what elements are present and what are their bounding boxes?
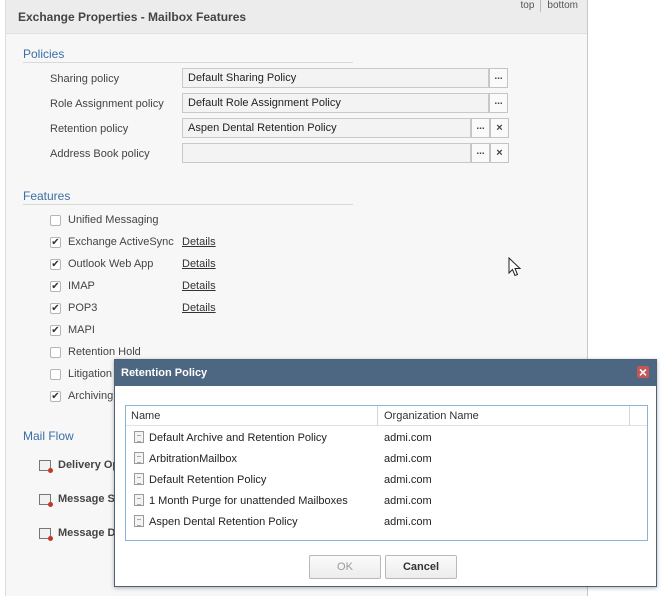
organization-name: admi.com (384, 495, 432, 507)
cancel-button[interactable]: Cancel (385, 555, 457, 579)
table-row[interactable]: 1 Month Purge for unattended Mailboxes a… (126, 491, 647, 512)
archiving-checkbox[interactable]: ✔ (50, 390, 61, 402)
feature-exchange-activesync[interactable]: ✔ Exchange ActiveSync (50, 235, 174, 249)
dialog-title: Retention Policy (121, 367, 208, 379)
exchange-activesync-details-link[interactable]: Details (182, 236, 216, 248)
mapi-label: MAPI (68, 324, 95, 336)
message-size-icon (39, 493, 53, 507)
policies-divider (23, 62, 353, 63)
address-book-policy-clear-button[interactable]: × (490, 143, 509, 163)
table-row[interactable]: Aspen Dental Retention Policy admi.com (126, 512, 647, 533)
feature-outlook-web-app[interactable]: ✔ Outlook Web App (50, 257, 153, 271)
column-separator[interactable] (629, 406, 630, 426)
retention-policy-browse-button[interactable]: ... (471, 118, 490, 138)
policy-document-icon (134, 515, 144, 527)
close-icon[interactable]: × (636, 365, 650, 379)
column-header-name[interactable]: Name (131, 410, 160, 422)
panel-title: Exchange Properties - Mailbox Features (18, 10, 247, 24)
policy-document-icon (134, 431, 144, 443)
mail-flow-item-message-size[interactable]: Message Si (39, 493, 118, 507)
message-size-label: Message Si (58, 493, 118, 505)
message-delivery-icon (39, 527, 53, 541)
archiving-label: Archiving (68, 390, 114, 402)
top-link[interactable]: top (515, 0, 541, 12)
organization-name: admi.com (384, 453, 432, 465)
sharing-policy-browse-button[interactable]: ... (489, 68, 508, 88)
panel-header: Exchange Properties - Mailbox Features (6, 0, 587, 34)
organization-name: admi.com (384, 474, 432, 486)
address-book-policy-browse-button[interactable]: ... (471, 143, 490, 163)
policy-name: ArbitrationMailbox (149, 453, 238, 465)
table-row[interactable]: Default Retention Policy admi.com (126, 470, 647, 491)
pop3-label: POP3 (68, 302, 98, 314)
outlook-web-app-label: Outlook Web App (68, 258, 154, 270)
imap-checkbox[interactable]: ✔ (50, 280, 61, 292)
retention-policy-dialog: Retention Policy × Name Organization Nam… (114, 359, 657, 587)
retention-hold-label: Retention Hold (68, 346, 141, 358)
message-delivery-label: Message D (58, 527, 116, 539)
feature-mapi[interactable]: ✔ MAPI (50, 323, 95, 337)
features-section-title: Features (23, 189, 71, 203)
grid-header: Name Organization Name (126, 406, 647, 426)
delivery-options-label: Delivery Op (58, 459, 120, 471)
page-jump-links: top bottom (515, 0, 584, 12)
delivery-options-icon (39, 459, 53, 473)
outlook-web-app-details-link[interactable]: Details (182, 258, 216, 270)
policy-document-icon (134, 452, 144, 464)
pop3-details-link[interactable]: Details (182, 302, 216, 314)
retention-policy-field[interactable]: Aspen Dental Retention Policy (182, 118, 471, 138)
address-book-policy-field[interactable] (182, 143, 471, 163)
mail-flow-item-message-delivery[interactable]: Message D (39, 527, 116, 541)
feature-imap[interactable]: ✔ IMAP (50, 279, 95, 293)
retention-policy-clear-button[interactable]: × (490, 118, 509, 138)
column-separator[interactable] (377, 406, 378, 426)
mail-flow-item-delivery-options[interactable]: Delivery Op (39, 459, 120, 473)
table-row[interactable]: ArbitrationMailbox admi.com (126, 449, 647, 470)
policy-name: Default Retention Policy (149, 474, 267, 486)
features-divider (23, 204, 353, 205)
policies-section-title: Policies (23, 47, 65, 61)
exchange-activesync-checkbox[interactable]: ✔ (50, 236, 61, 248)
feature-unified-messaging[interactable]: Unified Messaging (50, 213, 159, 227)
mapi-checkbox[interactable]: ✔ (50, 324, 61, 336)
close-glyph: × (638, 364, 648, 380)
mouse-pointer-icon (508, 257, 522, 277)
ok-button[interactable]: OK (309, 555, 381, 579)
unified-messaging-checkbox[interactable] (50, 214, 61, 226)
pop3-checkbox[interactable]: ✔ (50, 302, 61, 314)
dialog-header: Retention Policy × (115, 360, 656, 386)
organization-name: admi.com (384, 432, 432, 444)
feature-litigation-hold[interactable]: Litigation H (50, 367, 123, 381)
policy-name: Aspen Dental Retention Policy (149, 516, 298, 528)
role-assignment-policy-browse-button[interactable]: ... (489, 93, 508, 113)
retention-hold-checkbox[interactable] (50, 346, 61, 358)
table-row[interactable]: Default Archive and Retention Policy adm… (126, 428, 647, 449)
policy-document-icon (134, 494, 144, 506)
feature-retention-hold[interactable]: Retention Hold (50, 345, 141, 359)
role-assignment-policy-field[interactable]: Default Role Assignment Policy (182, 93, 489, 113)
feature-archiving[interactable]: ✔ Archiving (50, 389, 113, 403)
retention-policy-label: Retention policy (50, 123, 129, 135)
organization-name: admi.com (384, 516, 432, 528)
litigation-hold-checkbox[interactable] (50, 368, 61, 380)
policy-name: Default Archive and Retention Policy (149, 432, 327, 444)
retention-policy-grid: Name Organization Name Default Archive a… (125, 405, 648, 541)
policy-name: 1 Month Purge for unattended Mailboxes (149, 495, 348, 507)
sharing-policy-label: Sharing policy (50, 73, 120, 85)
address-book-policy-label: Address Book policy (50, 148, 150, 160)
imap-details-link[interactable]: Details (182, 280, 216, 292)
imap-label: IMAP (68, 280, 95, 292)
role-assignment-policy-label: Role Assignment policy (50, 98, 164, 110)
sharing-policy-field[interactable]: Default Sharing Policy (182, 68, 489, 88)
feature-pop3[interactable]: ✔ POP3 (50, 301, 97, 315)
unified-messaging-label: Unified Messaging (68, 214, 159, 226)
mail-flow-section-title: Mail Flow (23, 429, 74, 443)
column-header-organization[interactable]: Organization Name (384, 410, 479, 422)
exchange-activesync-label: Exchange ActiveSync (68, 236, 174, 248)
outlook-web-app-checkbox[interactable]: ✔ (50, 258, 61, 270)
policy-document-icon (134, 473, 144, 485)
bottom-link[interactable]: bottom (540, 0, 584, 12)
